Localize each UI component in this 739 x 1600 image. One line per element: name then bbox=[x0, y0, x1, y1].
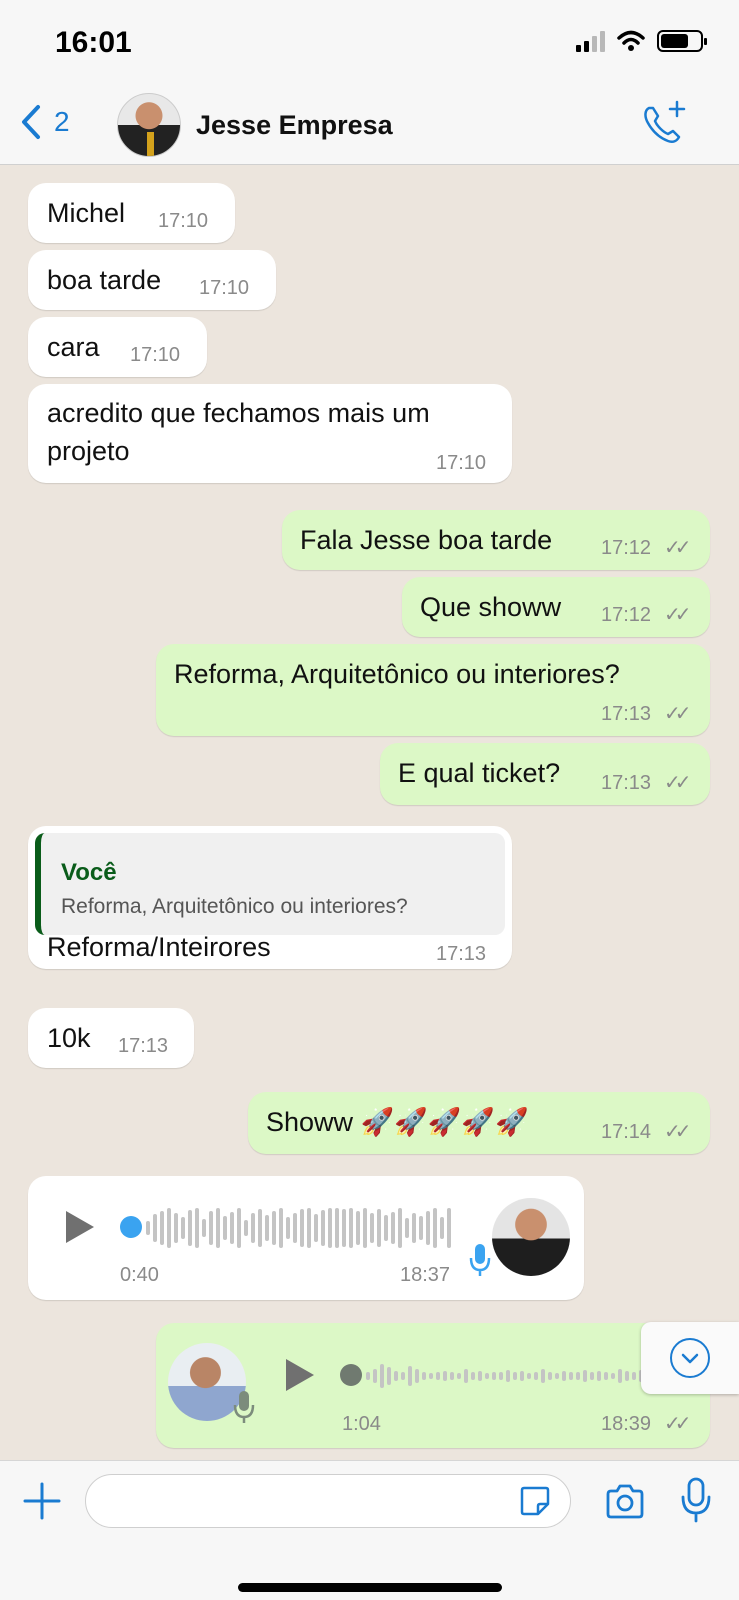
message-time: 17:13 bbox=[436, 943, 487, 965]
contact-avatar[interactable] bbox=[117, 93, 181, 157]
status-icons bbox=[576, 30, 707, 52]
playback-position[interactable] bbox=[340, 1364, 362, 1386]
message-text-line: acredito que fechamos mais um bbox=[47, 398, 430, 428]
message-time: 18:37 bbox=[400, 1264, 451, 1286]
message-time: 17:13 bbox=[118, 1035, 169, 1057]
message-incoming[interactable]: 10k 17:13 bbox=[28, 1008, 194, 1068]
chevron-down-icon bbox=[670, 1338, 710, 1378]
checkmarks-icon: ✓✓ bbox=[664, 537, 691, 559]
message-text: Michel bbox=[47, 198, 126, 228]
chat-area[interactable]: Michel 17:10 boa tarde 17:10 cara 17:10 … bbox=[0, 166, 739, 1460]
message-time: 17:12 bbox=[601, 537, 652, 559]
voice-message-outgoing[interactable]: 1:04 18:39 ✓✓ bbox=[156, 1323, 710, 1448]
message-incoming[interactable]: cara 17:10 bbox=[28, 317, 207, 377]
play-icon[interactable] bbox=[286, 1359, 314, 1391]
message-outgoing[interactable]: Fala Jesse boa tarde 17:12 ✓✓ bbox=[282, 510, 710, 570]
waveform[interactable] bbox=[366, 1354, 650, 1398]
sticker-icon[interactable] bbox=[518, 1484, 552, 1518]
chat-header: 2 Jesse Empresa bbox=[0, 90, 739, 165]
checkmarks-icon: ✓✓ bbox=[664, 1121, 691, 1143]
message-time: 17:10 bbox=[130, 344, 181, 366]
mic-icon bbox=[469, 1244, 491, 1276]
battery-icon bbox=[657, 30, 707, 52]
message-text: 10k bbox=[47, 1023, 91, 1053]
sender-avatar bbox=[492, 1198, 570, 1276]
message-input[interactable] bbox=[85, 1474, 571, 1528]
back-button[interactable]: 2 bbox=[20, 104, 70, 140]
checkmarks-icon: ✓✓ bbox=[664, 1413, 691, 1435]
message-text: Fala Jesse boa tarde bbox=[300, 525, 553, 555]
input-bar bbox=[0, 1460, 739, 1600]
mic-icon bbox=[233, 1391, 255, 1423]
message-outgoing[interactable]: Showw 🚀🚀🚀🚀🚀 17:14 ✓✓ bbox=[248, 1092, 710, 1154]
plus-icon[interactable] bbox=[22, 1481, 62, 1521]
message-text: cara bbox=[47, 332, 100, 362]
unread-count: 2 bbox=[54, 106, 70, 137]
status-time: 16:01 bbox=[55, 26, 132, 59]
wifi-icon bbox=[617, 30, 645, 51]
waveform[interactable] bbox=[146, 1206, 451, 1250]
message-incoming[interactable]: boa tarde 17:10 bbox=[28, 250, 276, 310]
voice-message-incoming[interactable]: 0:40 18:37 bbox=[28, 1176, 584, 1300]
message-incoming[interactable]: Michel 17:10 bbox=[28, 183, 235, 243]
message-text: Reforma/Inteirores bbox=[47, 932, 271, 962]
message-time: 17:14 bbox=[601, 1121, 652, 1143]
home-indicator bbox=[238, 1583, 502, 1592]
status-bar: 16:01 bbox=[0, 0, 739, 90]
signal-icon bbox=[576, 30, 605, 52]
message-text-line: projeto bbox=[47, 436, 130, 466]
mic-icon[interactable] bbox=[680, 1477, 712, 1523]
message-text: E qual ticket? bbox=[398, 758, 561, 788]
message-outgoing[interactable]: Que showw 17:12 ✓✓ bbox=[402, 577, 710, 637]
checkmarks-icon: ✓✓ bbox=[664, 703, 691, 725]
checkmarks-icon: ✓✓ bbox=[664, 604, 691, 626]
checkmarks-icon: ✓✓ bbox=[664, 772, 691, 794]
message-incoming-reply[interactable]: Você Reforma, Arquitetônico ou interiore… bbox=[28, 826, 512, 969]
message-time: 17:12 bbox=[601, 604, 652, 626]
message-text: Reforma, Arquitetônico ou interiores? bbox=[174, 659, 620, 689]
message-time: 18:39 bbox=[601, 1413, 652, 1435]
contact-name[interactable]: Jesse Empresa bbox=[196, 110, 393, 141]
voice-duration: 1:04 bbox=[342, 1413, 381, 1435]
message-time: 17:13 bbox=[601, 772, 652, 794]
playback-position[interactable] bbox=[120, 1216, 142, 1238]
message-time: 17:13 bbox=[601, 703, 652, 725]
message-outgoing[interactable]: Reforma, Arquitetônico ou interiores? 17… bbox=[156, 644, 710, 736]
camera-icon[interactable] bbox=[604, 1484, 646, 1520]
play-icon[interactable] bbox=[66, 1211, 94, 1243]
quoted-message[interactable]: Você Reforma, Arquitetônico ou interiore… bbox=[35, 833, 505, 935]
add-call-icon[interactable] bbox=[639, 100, 687, 148]
quote-text: Reforma, Arquitetônico ou interiores? bbox=[61, 895, 408, 918]
message-text: Que showw bbox=[420, 592, 562, 622]
message-outgoing[interactable]: E qual ticket? 17:13 ✓✓ bbox=[380, 743, 710, 805]
message-incoming[interactable]: acredito que fechamos mais um projeto 17… bbox=[28, 384, 512, 483]
back-chevron-icon bbox=[22, 105, 40, 139]
message-text: Showw 🚀🚀🚀🚀🚀 bbox=[266, 1107, 529, 1137]
quote-author: Você bbox=[61, 859, 117, 886]
message-time: 17:10 bbox=[199, 277, 250, 299]
message-time: 17:10 bbox=[158, 210, 209, 232]
message-time: 17:10 bbox=[436, 452, 487, 474]
scroll-to-bottom-button[interactable] bbox=[641, 1322, 739, 1394]
message-text: boa tarde bbox=[47, 265, 162, 295]
voice-duration: 0:40 bbox=[120, 1264, 159, 1286]
